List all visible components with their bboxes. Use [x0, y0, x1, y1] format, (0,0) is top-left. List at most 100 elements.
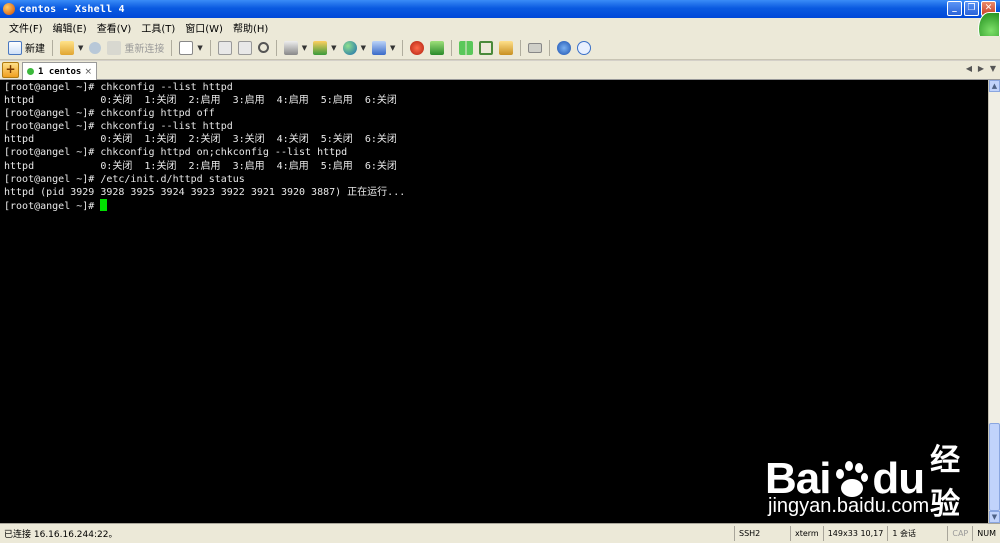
- menu-bar: 文件(F) 编辑(E) 查看(V) 工具(T) 窗口(W) 帮助(H): [0, 12, 1000, 46]
- tab-next-icon[interactable]: ▶: [976, 64, 986, 76]
- chevron-down-icon: ▼: [301, 43, 308, 52]
- find-button[interactable]: [256, 39, 271, 57]
- folder-icon: [60, 40, 74, 55]
- layout-button[interactable]: [457, 39, 475, 57]
- menu-edit[interactable]: 编辑(E): [48, 20, 92, 35]
- terminal-prompt: [root@angel ~]#: [4, 200, 101, 212]
- lock-icon: [499, 40, 514, 55]
- menu-window[interactable]: 窗口(W): [180, 20, 228, 35]
- menu-view[interactable]: 查看(V): [92, 20, 137, 35]
- terminal-line: [root@angel ~]# chkconfig --list httpd: [4, 82, 233, 93]
- new-session-icon: [8, 40, 22, 55]
- terminal-line: httpd 0:关闭 1:关闭 2:启用 3:启用 4:启用 5:启用 6:关闭: [4, 160, 397, 172]
- tab-close-icon[interactable]: ×: [84, 67, 92, 77]
- link-icon: [89, 41, 102, 54]
- font-icon: [371, 40, 386, 55]
- copy-button[interactable]: [216, 39, 234, 57]
- session-tab-bar: + 1 centos × ◀ ▶ ▼: [0, 61, 1000, 80]
- new-session-button[interactable]: 新建: [6, 39, 47, 57]
- title-bar: centos - Xshell 4 _ ❐ ✕: [0, 0, 1000, 18]
- terminal-line: httpd (pid 3929 3928 3925 3924 3923 3922…: [4, 186, 406, 198]
- toolbar-separator: [520, 39, 522, 56]
- terminal-type-indicator: xterm: [789, 526, 823, 541]
- link-button[interactable]: [87, 39, 103, 57]
- copy-icon: [217, 40, 232, 55]
- terminal-prompt-line: [root@angel ~]#: [4, 198, 988, 212]
- grid-icon: [459, 40, 474, 55]
- status-bar: 已连接 16.16.16.244:22。 SSH2 xterm 149x33 1…: [0, 523, 1000, 543]
- xftp-button[interactable]: [408, 39, 426, 57]
- toolbar-separator: [549, 39, 551, 56]
- toolbar-separator: [275, 39, 277, 56]
- xshell-app-icon[interactable]: [3, 3, 15, 15]
- help-button[interactable]: [555, 39, 573, 57]
- connected-status-icon: [27, 68, 34, 75]
- terminal-line: [root@angel ~]# chkconfig --list httpd: [4, 121, 233, 133]
- connection-status: 已连接 16.16.16.244:22。: [4, 530, 118, 540]
- scroll-down-icon[interactable]: ▼: [989, 511, 1000, 523]
- terminal-output[interactable]: [root@angel ~]# chkconfig --list httpd h…: [0, 80, 988, 523]
- reconnect-label: 重新连接: [124, 44, 165, 55]
- caps-lock-indicator: CAP: [947, 526, 972, 541]
- add-tab-button[interactable]: +: [2, 62, 19, 78]
- fullscreen-icon: [479, 40, 494, 55]
- chevron-down-icon: ▼: [360, 43, 366, 52]
- tab-navigation: ◀ ▶ ▼: [964, 64, 998, 76]
- paste-button[interactable]: [236, 39, 254, 57]
- reconnect-button[interactable]: 重新连接: [105, 39, 166, 57]
- menu-help[interactable]: 帮助(H): [228, 20, 273, 35]
- vertical-scrollbar[interactable]: ▲ ▼: [988, 80, 1000, 523]
- globe-icon: [342, 40, 357, 55]
- open-button[interactable]: ▼: [58, 39, 85, 57]
- tab-centos[interactable]: 1 centos ×: [22, 62, 97, 80]
- printer-icon: [283, 40, 298, 55]
- menu-file[interactable]: 文件(F): [4, 20, 48, 35]
- chevron-down-icon: ▼: [197, 43, 203, 52]
- xftp-icon: [410, 40, 425, 55]
- toolbar-separator: [451, 39, 453, 56]
- chat-button[interactable]: [575, 39, 593, 57]
- lock-button[interactable]: [497, 39, 515, 57]
- globe-button[interactable]: ▼: [341, 39, 368, 57]
- chevron-down-icon: ▼: [78, 43, 84, 52]
- size-position-indicator: 149x33 10,17: [822, 526, 888, 541]
- script-button[interactable]: [428, 39, 446, 57]
- session-count: 1 会话: [887, 526, 947, 541]
- keyboard-icon: [528, 42, 543, 53]
- terminal-line: [root@angel ~]# chkconfig httpd on;chkco…: [4, 147, 348, 159]
- minimize-button[interactable]: _: [947, 1, 962, 16]
- properties-icon: [179, 40, 194, 55]
- status-cells: SSH2 xterm 149x33 10,17 1 会话 CAP NUM: [733, 526, 1000, 541]
- print-button[interactable]: ▼: [282, 39, 309, 57]
- maximize-button[interactable]: ❐: [964, 1, 979, 16]
- terminal-line: [root@angel ~]# /etc/init.d/httpd status: [4, 173, 245, 185]
- toolbar: 新建 ▼ 重新连接 ▼ ▼ ▼ ▼ ▼: [0, 36, 1000, 60]
- chevron-down-icon: ▼: [331, 43, 337, 52]
- scroll-up-icon[interactable]: ▲: [989, 80, 1000, 92]
- toolbar-separator: [52, 39, 53, 56]
- transfer-button[interactable]: ▼: [311, 39, 338, 57]
- help-icon: [557, 40, 572, 55]
- search-icon: [257, 42, 269, 53]
- toolbar-separator: [402, 39, 404, 56]
- menu-tools[interactable]: 工具(T): [136, 20, 180, 35]
- chat-bubble-icon: [577, 40, 592, 55]
- protocol-indicator: SSH2: [733, 526, 790, 541]
- font-button[interactable]: ▼: [370, 39, 397, 57]
- tab-list-icon[interactable]: ▼: [988, 64, 998, 76]
- terminal-line: [root@angel ~]# chkconfig httpd off: [4, 108, 215, 120]
- tab-label: 1 centos: [38, 66, 82, 77]
- properties-button[interactable]: ▼: [177, 39, 204, 57]
- num-lock-indicator: NUM: [972, 526, 1000, 541]
- scroll-thumb[interactable]: [989, 423, 1000, 511]
- tab-prev-icon[interactable]: ◀: [964, 64, 974, 76]
- fullscreen-button[interactable]: [477, 39, 495, 57]
- transfer-icon: [313, 40, 328, 55]
- reconnect-icon: [107, 40, 122, 55]
- keyboard-button[interactable]: [526, 39, 544, 57]
- paste-icon: [237, 40, 252, 55]
- toolbar-separator: [171, 39, 173, 56]
- terminal-line: httpd 0:关闭 1:关闭 2:关闭 3:关闭 4:关闭 5:关闭 6:关闭: [4, 134, 397, 146]
- window-title: centos - Xshell 4: [19, 3, 125, 15]
- new-session-label: 新建: [25, 44, 45, 55]
